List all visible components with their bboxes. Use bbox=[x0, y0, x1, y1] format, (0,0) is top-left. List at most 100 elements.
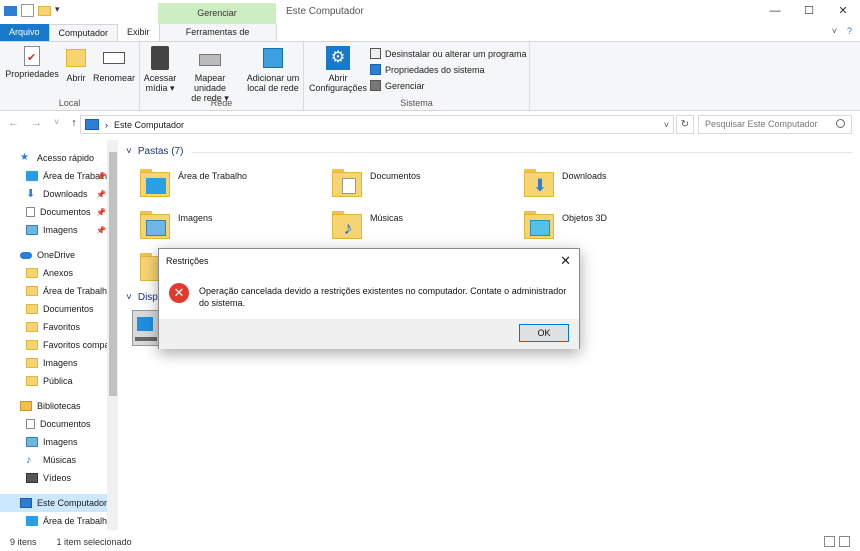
nav-item-library-pictures[interactable]: Imagens bbox=[0, 433, 108, 451]
nav-item-pictures[interactable]: Imagens 📌 bbox=[0, 221, 108, 239]
up-button[interactable]: ↑ bbox=[71, 117, 77, 129]
nav-item-library-music[interactable]: ♪ Músicas bbox=[0, 451, 108, 469]
3d-objects-folder-icon bbox=[524, 210, 556, 240]
properties-button[interactable]: ✔ Propriedades bbox=[4, 46, 60, 79]
system-properties-icon bbox=[370, 64, 381, 75]
ribbon-group-label: Rede bbox=[210, 98, 233, 108]
nav-this-pc[interactable]: Este Computador bbox=[0, 494, 108, 512]
add-network-location-button[interactable]: Adicionar um local de rede bbox=[244, 46, 302, 93]
nav-item-documents[interactable]: Documentos 📌 bbox=[0, 203, 108, 221]
computer-icon bbox=[20, 498, 32, 508]
nav-item-favorites[interactable]: Favoritos bbox=[0, 318, 108, 336]
nav-item-onedrive-pictures[interactable]: Imagens bbox=[0, 354, 108, 372]
nav-label: Favoritos bbox=[43, 322, 81, 332]
folders-section-header[interactable]: ˅ Pastas (7) bbox=[126, 146, 183, 157]
nav-onedrive[interactable]: OneDrive bbox=[0, 246, 108, 264]
forward-button[interactable]: → bbox=[31, 117, 42, 129]
nav-label: Vídeos bbox=[43, 473, 72, 483]
uninstall-program-button[interactable]: Desinstalar ou alterar um programa bbox=[370, 48, 527, 59]
breadcrumb[interactable]: Este Computador bbox=[114, 120, 184, 130]
folder-label: Objetos 3D bbox=[562, 213, 608, 223]
refresh-button[interactable]: ↻ bbox=[676, 115, 694, 134]
tab-drive-tools[interactable]: Ferramentas de Unidade bbox=[158, 24, 277, 54]
nav-item-onedrive-documents[interactable]: Documentos bbox=[0, 300, 108, 318]
open-settings-button[interactable]: ⚙ Abrir Configurações bbox=[308, 46, 368, 93]
item-count: 9 itens bbox=[10, 537, 37, 547]
nav-item-public[interactable]: Pública bbox=[0, 372, 108, 390]
close-button[interactable]: ✕ bbox=[826, 0, 860, 22]
nav-item-pc-desktop[interactable]: Área de Trabalho bbox=[0, 512, 108, 530]
tab-computer[interactable]: Computador bbox=[48, 24, 119, 41]
folder-tile-3d-objects[interactable]: Objetos 3D bbox=[524, 210, 704, 250]
recent-locations-button[interactable]: ˅ bbox=[54, 117, 59, 129]
nav-label: Imagens bbox=[43, 437, 78, 447]
new-folder-icon[interactable] bbox=[38, 5, 51, 16]
address-dropdown[interactable]: ˅ bbox=[664, 120, 669, 130]
tab-file[interactable]: Arquivo bbox=[0, 24, 49, 41]
customize-toolbar-icon[interactable]: ▾ bbox=[55, 4, 68, 17]
dialog-message: Operação cancelada devido a restrições e… bbox=[199, 286, 567, 308]
pin-icon: 📌 bbox=[96, 225, 106, 235]
view-switcher bbox=[824, 536, 850, 547]
context-tab-header: Gerenciar bbox=[158, 3, 276, 24]
search-input[interactable]: Pesquisar Este Computador bbox=[698, 115, 852, 134]
ok-button[interactable]: OK bbox=[519, 324, 569, 342]
nav-item-attachments[interactable]: Anexos bbox=[0, 264, 108, 282]
dialog-close-button[interactable]: ✕ bbox=[560, 253, 571, 269]
nav-item-shared-favorites[interactable]: Favoritos compartilhados bbox=[0, 336, 108, 354]
collapse-ribbon-icon[interactable]: ˅ bbox=[832, 26, 837, 36]
nav-label: Imagens bbox=[43, 225, 78, 235]
nav-scrollbar-thumb[interactable] bbox=[109, 152, 117, 396]
search-placeholder: Pesquisar Este Computador bbox=[705, 119, 818, 129]
pin-icon: 📌 bbox=[96, 207, 106, 217]
nav-label: Documentos bbox=[40, 419, 91, 429]
picture-icon bbox=[26, 437, 38, 447]
map-network-drive-button[interactable]: Mapear unidade de rede ▾ bbox=[178, 46, 242, 103]
folder-label: Imagens bbox=[178, 213, 213, 223]
rename-button[interactable]: Renomear bbox=[92, 46, 136, 83]
open-folder-icon bbox=[66, 49, 86, 67]
map-drive-label-line1: Mapear unidade bbox=[193, 73, 227, 93]
nav-quick-access[interactable]: ★ Acesso rápido bbox=[0, 149, 108, 167]
ribbon-extra-controls: ˅ ? bbox=[832, 26, 852, 36]
large-icons-view-icon[interactable] bbox=[839, 536, 850, 547]
folder-tile-desktop[interactable]: Área de Trabalho bbox=[140, 168, 320, 208]
details-view-icon[interactable] bbox=[824, 536, 835, 547]
restrictions-dialog: Restrições ✕ ✕ Operação cancelada devido… bbox=[158, 248, 580, 349]
windows-drive-icon bbox=[132, 310, 160, 346]
help-icon[interactable]: ? bbox=[847, 26, 852, 36]
folder-icon bbox=[26, 322, 38, 332]
breadcrumb-separator[interactable]: › bbox=[105, 120, 108, 130]
collapse-arrow-icon: ˅ bbox=[126, 292, 132, 303]
system-properties-button[interactable]: Propriedades do sistema bbox=[370, 64, 485, 75]
properties-icon[interactable] bbox=[21, 4, 34, 17]
access-media-button[interactable]: Acessar mídia ▾ bbox=[142, 46, 178, 93]
libraries-icon bbox=[20, 401, 32, 411]
nav-item-downloads[interactable]: ⬇ Downloads 📌 bbox=[0, 185, 108, 203]
address-bar[interactable]: › Este Computador ˅ bbox=[80, 115, 674, 134]
back-button[interactable]: ← bbox=[8, 117, 19, 129]
folder-label: Músicas bbox=[370, 213, 404, 223]
nav-item-desktop[interactable]: Área de Trabalho 📌 bbox=[0, 167, 108, 185]
minimize-button[interactable]: — bbox=[758, 0, 792, 22]
rename-label: Renomear bbox=[92, 73, 136, 83]
cloud-icon bbox=[20, 251, 32, 259]
nav-item-onedrive-desktop[interactable]: Área de Trabalho bbox=[0, 282, 108, 300]
nav-item-library-documents[interactable]: Documentos bbox=[0, 415, 108, 433]
folder-tile-music[interactable]: ♪ Músicas bbox=[332, 210, 512, 250]
folder-tile-pictures[interactable]: Imagens bbox=[140, 210, 320, 250]
pin-icon: 📌 bbox=[96, 189, 106, 199]
maximize-button[interactable]: ☐ bbox=[792, 0, 826, 22]
folder-icon bbox=[26, 340, 38, 350]
star-icon: ★ bbox=[20, 152, 29, 163]
tab-view[interactable]: Exibir bbox=[118, 24, 159, 41]
nav-item-library-videos[interactable]: Vídeos bbox=[0, 469, 108, 487]
folder-label: Documentos bbox=[370, 171, 421, 181]
manage-button[interactable]: Gerenciar bbox=[370, 80, 425, 91]
folder-tile-downloads[interactable]: ⬇ Downloads bbox=[524, 168, 704, 208]
folder-tile-documents[interactable]: Documentos bbox=[332, 168, 512, 208]
nav-libraries[interactable]: Bibliotecas bbox=[0, 397, 108, 415]
computer-icon[interactable] bbox=[4, 5, 17, 16]
desktop-folder-icon bbox=[140, 168, 172, 198]
open-button[interactable]: Abrir bbox=[62, 46, 90, 83]
